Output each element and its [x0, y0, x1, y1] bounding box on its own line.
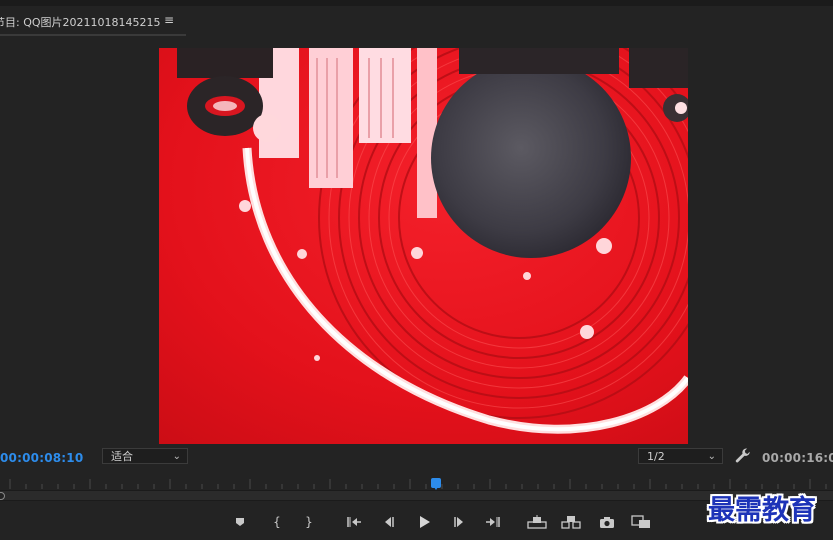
- zoom-level-value: 适合: [111, 450, 133, 463]
- step-back-icon[interactable]: [378, 511, 400, 533]
- settings-wrench-icon[interactable]: [734, 447, 752, 465]
- marker-icon[interactable]: [229, 511, 251, 533]
- panel-header: 节目: QQ图片20211018145215 ≡: [0, 6, 833, 36]
- video-frame-image: [159, 48, 688, 444]
- program-monitor-title[interactable]: 节目: QQ图片20211018145215: [0, 14, 161, 30]
- lift-icon[interactable]: [526, 511, 548, 533]
- extract-icon[interactable]: [560, 511, 582, 533]
- watermark-logo: 最需教育: [708, 495, 816, 526]
- monitor-controls: 00:00:08:10 适合 ⌄ 1/2 ⌄ 00:00:16:05: [0, 446, 833, 470]
- duration-timecode: 00:00:16:05: [762, 451, 833, 465]
- program-viewer[interactable]: [0, 36, 833, 446]
- go-to-in-icon[interactable]: [343, 511, 365, 533]
- panel-menu-icon[interactable]: ≡: [164, 13, 174, 27]
- playhead-timecode[interactable]: 00:00:08:10: [0, 451, 83, 465]
- playhead[interactable]: [431, 478, 442, 490]
- playback-resolution-value: 1/2: [647, 450, 665, 463]
- step-forward-icon[interactable]: [448, 511, 470, 533]
- mark-in-button[interactable]: {: [266, 511, 288, 533]
- mark-out-button[interactable]: }: [298, 511, 320, 533]
- compare-icon[interactable]: [630, 511, 652, 533]
- playback-resolution-select[interactable]: 1/2 ⌄: [638, 448, 723, 464]
- chevron-down-icon: ⌄: [707, 451, 716, 462]
- mark-out-icon: }: [305, 515, 313, 529]
- play-icon[interactable]: [413, 511, 435, 533]
- mark-in-icon: {: [273, 515, 281, 529]
- chevron-down-icon: ⌄: [172, 451, 181, 462]
- video-frame: [159, 48, 688, 444]
- go-to-out-icon[interactable]: [482, 511, 504, 533]
- camera-icon[interactable]: [596, 511, 618, 533]
- zoom-level-select[interactable]: 适合 ⌄: [102, 448, 188, 464]
